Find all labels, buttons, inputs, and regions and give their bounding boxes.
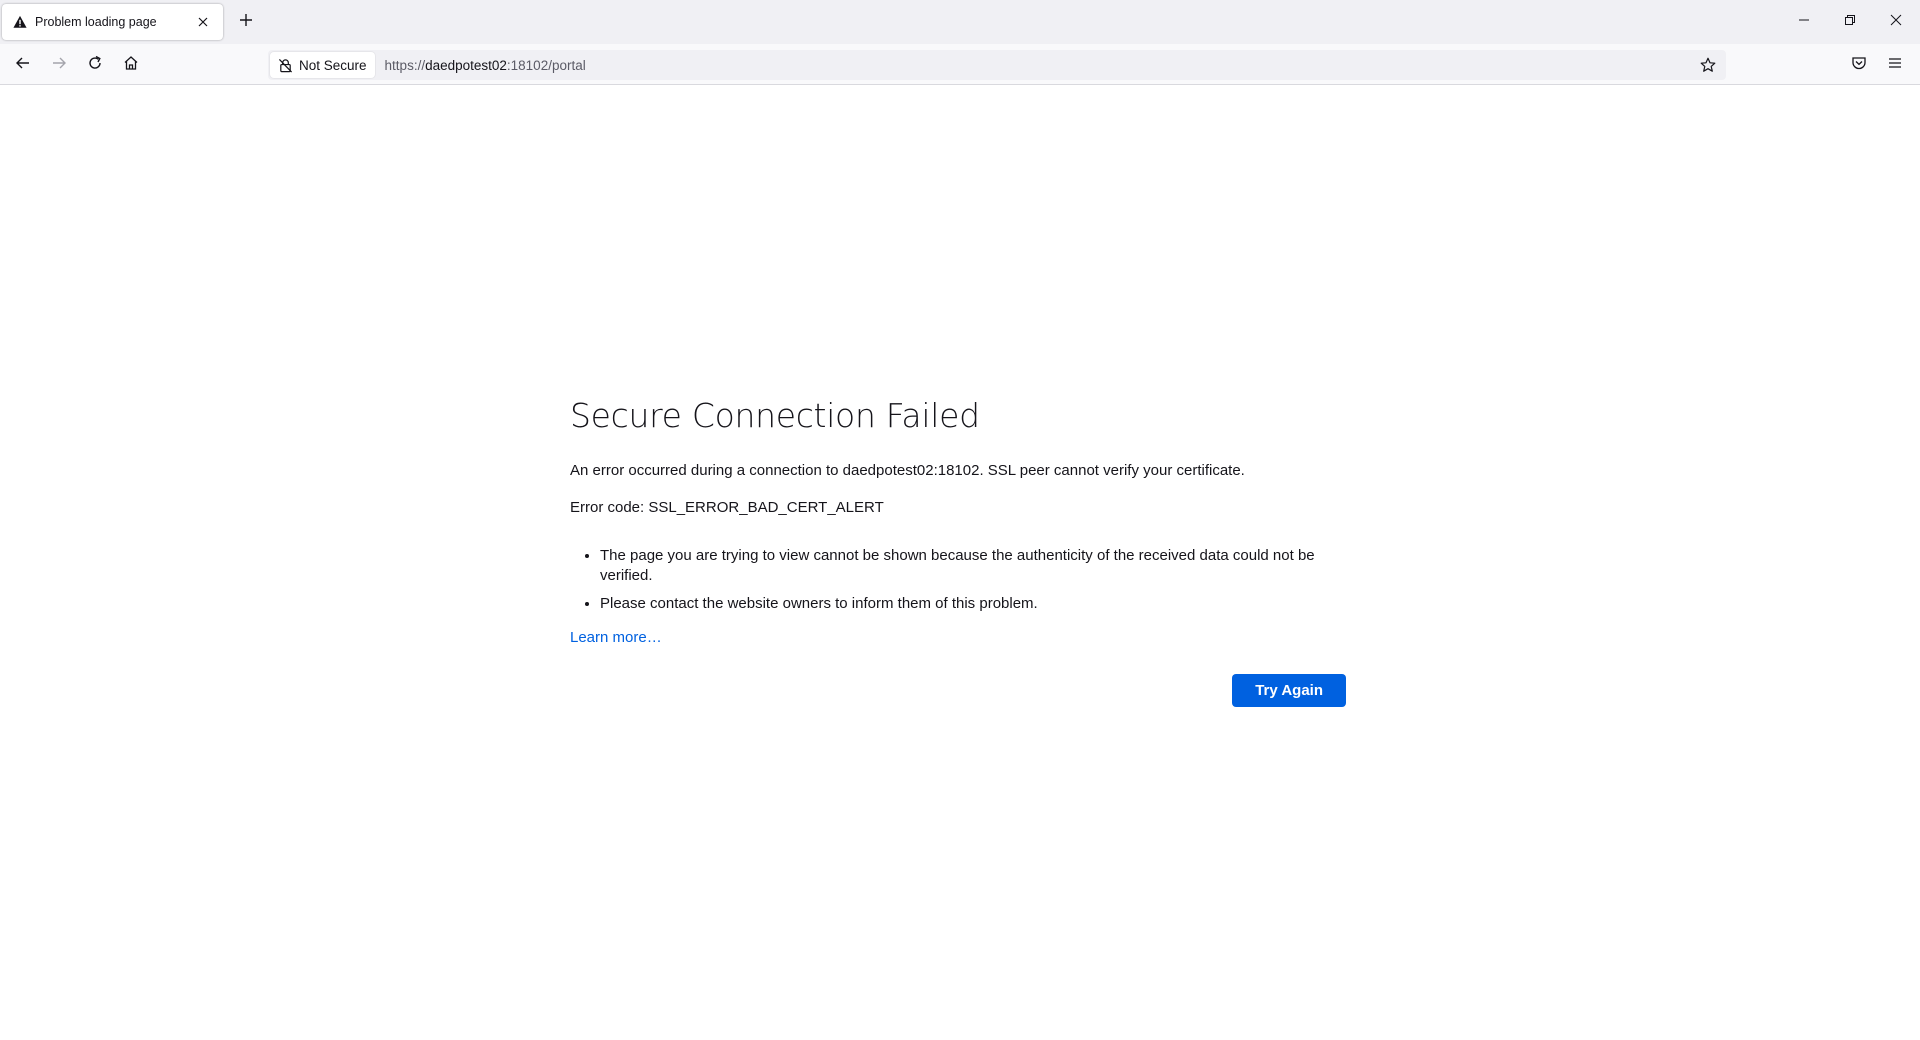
restore-button[interactable] xyxy=(1827,0,1873,44)
reload-icon xyxy=(87,55,103,76)
pocket-button[interactable] xyxy=(1844,50,1874,80)
site-identity-button[interactable]: Not Secure xyxy=(270,52,375,78)
error-info-list: The page you are trying to view cannot b… xyxy=(570,546,1346,614)
tab-strip: Problem loading page xyxy=(0,0,1920,44)
not-secure-label: Not Secure xyxy=(299,57,367,73)
url-bar[interactable]: Not Secure https://daedpotest02:18102/po… xyxy=(268,50,1726,80)
tab-problem-loading[interactable]: Problem loading page xyxy=(2,4,223,40)
error-page-container: Secure Connection Failed An error occurr… xyxy=(570,396,1346,707)
minimize-icon xyxy=(1798,13,1810,31)
error-description: An error occurred during a connection to… xyxy=(570,462,1245,479)
minimize-button[interactable] xyxy=(1781,0,1827,44)
error-code: Error code: SSL_ERROR_BAD_CERT_ALERT xyxy=(570,499,884,516)
navigation-toolbar: Not Secure https://daedpotest02:18102/po… xyxy=(0,44,1920,85)
home-button[interactable] xyxy=(116,50,146,80)
list-item: Please contact the website owners to inf… xyxy=(600,594,1346,614)
forward-button[interactable] xyxy=(44,50,74,80)
restore-icon xyxy=(1844,13,1856,31)
pocket-icon xyxy=(1851,55,1867,76)
button-row: Try Again xyxy=(570,674,1346,707)
tab-close-icon[interactable] xyxy=(193,12,213,32)
arrow-left-icon xyxy=(15,55,31,76)
try-again-button[interactable]: Try Again xyxy=(1232,674,1346,707)
warning-icon xyxy=(12,14,28,30)
back-button[interactable] xyxy=(8,50,38,80)
arrow-right-icon xyxy=(51,55,67,76)
app-menu-button[interactable] xyxy=(1880,50,1910,80)
learn-more-link[interactable]: Learn more… xyxy=(570,628,662,648)
insecure-lock-icon xyxy=(277,57,293,73)
close-window-button[interactable] xyxy=(1873,0,1919,44)
url-path: :18102/portal xyxy=(506,57,586,73)
plus-icon xyxy=(239,13,253,32)
home-icon xyxy=(123,55,139,76)
reload-button[interactable] xyxy=(80,50,110,80)
url-scheme: https:// xyxy=(384,57,426,73)
url-host: daedpotest02 xyxy=(425,57,507,73)
tab-title: Problem loading page xyxy=(35,15,157,29)
url-text[interactable]: https://daedpotest02:18102/portal xyxy=(385,58,586,73)
new-tab-button[interactable] xyxy=(232,8,260,36)
hamburger-menu-icon xyxy=(1887,55,1903,76)
close-icon xyxy=(1890,13,1902,31)
list-item: The page you are trying to view cannot b… xyxy=(600,546,1346,586)
error-title: Secure Connection Failed xyxy=(570,396,980,435)
bookmark-star-icon[interactable] xyxy=(1696,53,1720,77)
